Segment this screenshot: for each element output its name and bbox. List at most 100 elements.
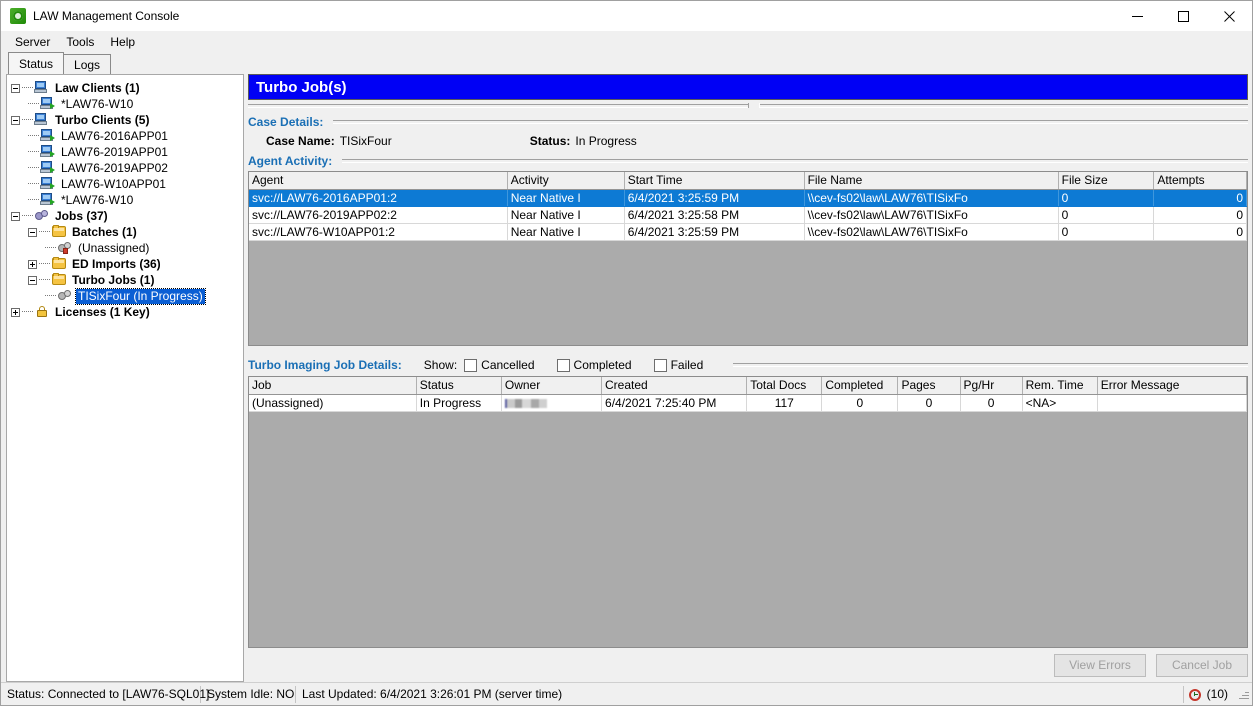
column-header[interactable]: Total Docs: [746, 377, 823, 395]
case-name-label: Case Name:: [266, 134, 335, 148]
column-header[interactable]: Rem. Time: [1022, 377, 1098, 395]
tree-node[interactable]: Jobs (37): [7, 208, 243, 224]
close-icon[interactable]: [1206, 1, 1252, 31]
job-details-header-row[interactable]: Job Status Owner Created Total Docs Completed…: [249, 377, 1247, 395]
status-idle: System Idle: NO: [201, 685, 296, 703]
tree-node[interactable]: Turbo Jobs (1): [7, 272, 243, 288]
tree-expander-plus[interactable]: [28, 259, 37, 269]
column-header[interactable]: Error Message: [1097, 377, 1247, 395]
checkbox-cancelled[interactable]: [464, 358, 478, 372]
table-row[interactable]: (Unassigned) In Progress 6/4/2021 7:25:40 …: [249, 394, 1247, 412]
navigation-tree-panel[interactable]: Law Clients (1) *LAW76-W10 Turbo Clients (…: [6, 74, 244, 682]
case-status-value: In Progress: [575, 134, 637, 148]
case-details-header: Case Details:: [248, 114, 1248, 130]
folder-icon: [50, 272, 68, 288]
job-details-header: Turbo Imaging Job Details: Show: Cancell…: [248, 356, 1248, 374]
table-cell: <NA>: [1022, 394, 1098, 412]
tree-expander-plus[interactable]: [11, 307, 20, 317]
tree-node[interactable]: LAW76-2016APP01: [7, 128, 243, 144]
redacted-owner-value: [504, 398, 547, 408]
tree-node[interactable]: TISixFour (In Progress): [7, 287, 243, 305]
tree-expander-minus[interactable]: [11, 115, 20, 125]
tree-node[interactable]: Licenses (1 Key): [7, 304, 243, 320]
table-cell: Near Native I: [507, 189, 625, 207]
maximize-icon[interactable]: [1160, 1, 1206, 31]
filter-completed[interactable]: Completed: [556, 358, 632, 372]
table-cell: 6/4/2021 3:25:58 PM: [624, 206, 805, 224]
tree-node[interactable]: Batches (1): [7, 224, 243, 240]
case-name-row: Case Name: TISixFour Status: In Progress: [248, 132, 1248, 150]
tree-node-label: (Unassigned): [78, 240, 150, 255]
tree-node[interactable]: LAW76-2019APP01: [7, 144, 243, 160]
tab-status[interactable]: Status: [8, 52, 65, 74]
table-cell: 0: [1058, 223, 1155, 241]
tab-logs[interactable]: Logs: [63, 54, 112, 74]
menu-server[interactable]: Server: [7, 33, 58, 51]
column-header[interactable]: Job: [249, 377, 417, 395]
status-connection: Status: Connected to [LAW76-SQL01]: [1, 685, 209, 703]
table-cell: 0: [1153, 206, 1247, 224]
table-cell: 0: [821, 394, 899, 412]
column-header[interactable]: Start Time: [624, 172, 805, 190]
minimize-icon[interactable]: [1114, 1, 1160, 31]
filter-failed[interactable]: Failed: [653, 358, 704, 372]
table-row[interactable]: svc://LAW76-2019APP02:2 Near Native I 6/4/…: [249, 206, 1247, 224]
computer-running-icon: [39, 144, 57, 160]
view-errors-button[interactable]: View Errors: [1054, 653, 1146, 677]
tree-node[interactable]: LAW76-2019APP02: [7, 160, 243, 176]
law-app-icon: [10, 8, 26, 24]
menu-help[interactable]: Help: [102, 33, 143, 51]
tree-connector: [39, 279, 50, 281]
table-cell: \\cev-fs02\law\LAW76\TISixFo: [804, 206, 1059, 224]
tree-expander-minus[interactable]: [28, 227, 37, 237]
resize-grip-icon[interactable]: [1236, 687, 1250, 701]
status-bar: Status: Connected to [LAW76-SQL01] Syste…: [1, 682, 1252, 705]
column-header[interactable]: File Size: [1058, 172, 1155, 190]
checkbox-completed[interactable]: [556, 358, 570, 372]
tree-node-label: Licenses (1 Key): [55, 304, 150, 319]
agent-activity-header: Agent Activity:: [248, 153, 1248, 169]
table-cell: 0: [897, 394, 961, 412]
agent-activity-header-row[interactable]: Agent Activity Start Time File Name File Siz…: [249, 172, 1247, 190]
table-cell: \\cev-fs02\law\LAW76\TISixFo: [804, 189, 1059, 207]
tree-expander-minus[interactable]: [11, 211, 20, 221]
filter-failed-label: Failed: [670, 358, 704, 372]
tree-connector: [39, 263, 50, 265]
tree-node[interactable]: *LAW76-W10: [7, 192, 243, 208]
tree-node[interactable]: *LAW76-W10: [7, 96, 243, 112]
column-header[interactable]: Pg/Hr: [960, 377, 1023, 395]
tree-node[interactable]: ED Imports (36): [7, 256, 243, 272]
column-header[interactable]: File Name: [804, 172, 1059, 190]
column-header[interactable]: Completed: [821, 377, 899, 395]
tree-expander-minus[interactable]: [11, 83, 20, 93]
table-row[interactable]: svc://LAW76-W10APP01:2 Near Native I 6/4/2…: [249, 223, 1247, 241]
column-header[interactable]: Activity: [507, 172, 625, 190]
table-cell: Near Native I: [507, 223, 625, 241]
tree-connector: [28, 151, 39, 153]
menu-tools[interactable]: Tools: [58, 33, 102, 51]
table-row[interactable]: svc://LAW76-2016APP01:2 Near Native I 6/4/…: [249, 189, 1247, 207]
column-header[interactable]: Agent: [249, 172, 508, 190]
cancel-job-button[interactable]: Cancel Job: [1156, 653, 1248, 677]
checkbox-failed[interactable]: [653, 358, 667, 372]
table-cell: In Progress: [416, 394, 502, 412]
tree-node[interactable]: LAW76-W10APP01: [7, 176, 243, 192]
tree-expander-minus[interactable]: [28, 275, 37, 285]
table-cell: [501, 394, 603, 412]
column-header[interactable]: Owner: [501, 377, 603, 395]
tree-node-label: Batches (1): [72, 224, 137, 239]
tree-node[interactable]: Turbo Clients (5): [7, 112, 243, 128]
job-details-grid[interactable]: Job Status Owner Created Total Docs Completed…: [248, 376, 1248, 648]
tree-node-label: LAW76-2016APP01: [61, 128, 168, 143]
tab-logs-label: Logs: [74, 57, 101, 72]
column-header[interactable]: Attempts: [1153, 172, 1247, 190]
column-header[interactable]: Status: [416, 377, 502, 395]
filter-cancelled[interactable]: Cancelled: [464, 358, 535, 372]
column-header[interactable]: Pages: [897, 377, 961, 395]
agent-activity-grid[interactable]: Agent Activity Start Time File Name File Siz…: [248, 171, 1248, 346]
tree-node[interactable]: (Unassigned): [7, 240, 243, 256]
tree-node[interactable]: Law Clients (1): [7, 80, 243, 96]
refresh-countdown[interactable]: (10): [1182, 685, 1236, 703]
column-header[interactable]: Created: [601, 377, 748, 395]
window-controls: [1114, 1, 1252, 31]
